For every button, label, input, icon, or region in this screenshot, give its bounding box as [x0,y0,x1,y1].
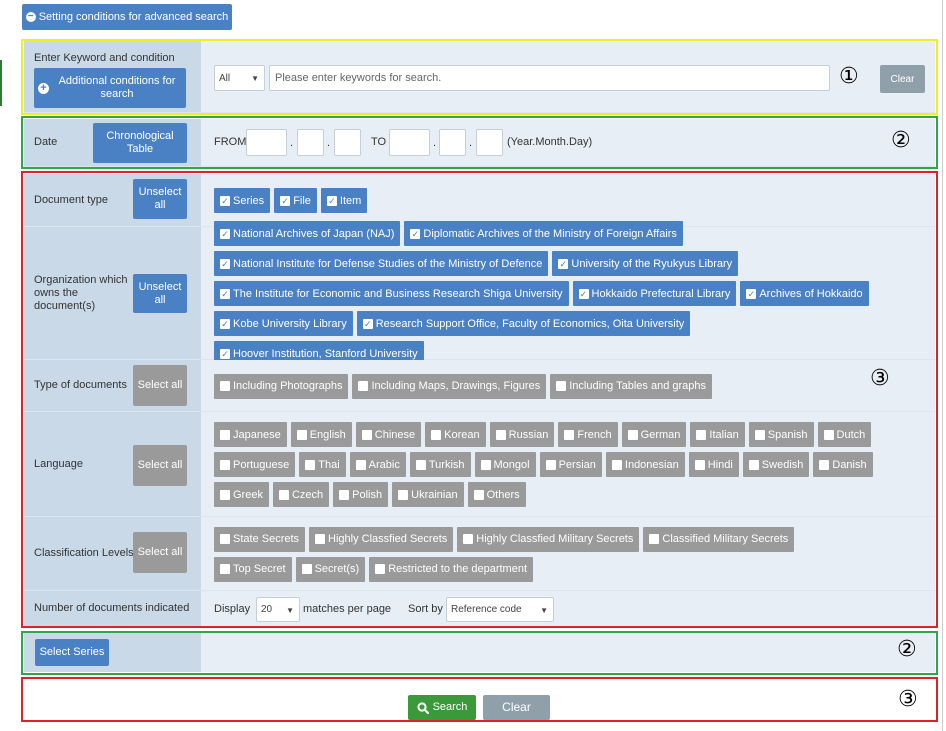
filters-frame [21,171,938,628]
left-edge-mark [0,60,2,106]
footer-frame [21,677,938,722]
magnifier-icon [416,701,429,714]
minus-circle-icon: − [25,12,36,22]
search-button[interactable]: Search [408,695,476,720]
search-button-label: Search [432,701,468,713]
footer-clear-button[interactable]: Clear [483,695,550,720]
advanced-search-toggle-button[interactable]: − Setting conditions for advanced search [22,4,232,30]
marker-1: ① [839,64,859,89]
marker-2-date: ② [891,128,911,153]
keyword-frame [21,39,938,115]
marker-3-footer: ③ [898,687,918,712]
advanced-search-toggle-label: Setting conditions for advanced search [38,10,229,23]
marker-2-series: ② [897,637,917,662]
right-divider [942,0,943,731]
series-frame [21,631,938,675]
date-frame [21,116,938,169]
